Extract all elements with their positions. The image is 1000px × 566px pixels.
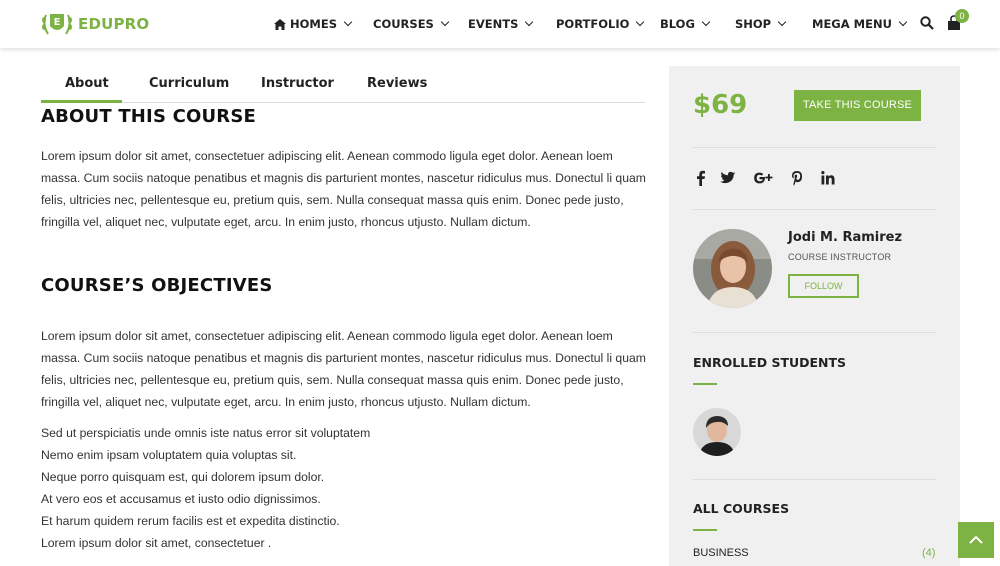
course-tabs: About Curriculum Instructor Reviews (41, 70, 645, 103)
chevron-down-icon (898, 17, 908, 27)
divider (693, 332, 936, 333)
divider (693, 479, 936, 480)
active-tab-indicator (41, 100, 122, 103)
course-category-business[interactable]: BUSINESS (693, 547, 749, 559)
scroll-to-top-button[interactable] (958, 522, 994, 558)
nav-label: MEGA MENU (812, 17, 892, 31)
nav-label: COURSES (373, 17, 434, 31)
instructor-role: COURSE INSTRUCTOR (788, 252, 892, 262)
home-icon (274, 18, 286, 30)
title-accent (693, 383, 717, 385)
nav-events[interactable]: EVENTS (468, 17, 534, 31)
take-course-button[interactable]: TAKE THIS COURSE (794, 90, 921, 121)
objectives-text: Lorem ipsum dolor sit amet, consectetuer… (41, 329, 646, 409)
divider (693, 209, 936, 210)
nav-mega-menu[interactable]: MEGA MENU (812, 17, 908, 31)
chevron-down-icon (343, 17, 353, 27)
list-item: At vero eos et accusamus et iusto odio d… (41, 492, 321, 506)
student-avatar[interactable] (693, 408, 741, 456)
nav-homes[interactable]: HOMES (274, 17, 353, 31)
tab-reviews[interactable]: Reviews (367, 76, 427, 91)
enrolled-students-title: ENROLLED STUDENTS (693, 355, 847, 370)
tab-instructor[interactable]: Instructor (261, 76, 334, 91)
nav-label: PORTFOLIO (556, 17, 630, 31)
tab-curriculum[interactable]: Curriculum (149, 76, 229, 91)
list-item: Neque porro quisquam est, qui dolorem ip… (41, 470, 325, 484)
twitter-icon[interactable] (720, 170, 736, 186)
nav-courses[interactable]: COURSES (373, 17, 450, 31)
chevron-down-icon (636, 17, 645, 27)
nav-blog[interactable]: BLOG (660, 17, 711, 31)
instructor-avatar[interactable] (693, 229, 772, 308)
tab-about[interactable]: About (65, 76, 109, 91)
chevron-down-icon (777, 17, 787, 27)
course-sidebar (669, 66, 960, 566)
course-category-count: (4) (922, 547, 936, 559)
logo-letter: E (54, 17, 61, 28)
list-item: Sed ut perspiciatis unde omnis iste natu… (41, 426, 371, 440)
list-item: Nemo enim ipsam voluptatem quia voluptas… (41, 448, 297, 462)
list-item: Lorem ipsum dolor sit amet, consectetuer… (41, 536, 272, 550)
title-accent (693, 529, 717, 531)
list-item: Et harum quidem rerum facilis est et exp… (41, 514, 340, 528)
nav-label: EVENTS (468, 17, 519, 31)
divider (693, 147, 936, 148)
all-courses-title: ALL COURSES (693, 501, 790, 516)
laurel-logo-icon: E (42, 14, 72, 35)
cart-count-badge: 0 (955, 9, 969, 23)
linkedin-icon[interactable] (820, 170, 836, 186)
objectives-title: COURSE’S OBJECTIVES (41, 275, 273, 296)
instructor-name[interactable]: Jodi M. Ramirez (788, 230, 902, 245)
chevron-down-icon (440, 17, 450, 27)
nav-label: HOMES (290, 17, 337, 31)
about-title: ABOUT THIS COURSE (41, 106, 257, 127)
course-price: $69 (693, 90, 748, 120)
instructor-photo (693, 229, 772, 308)
nav-label: SHOP (735, 17, 772, 31)
chevron-down-icon (525, 17, 534, 27)
about-text: Lorem ipsum dolor sit amet, consectetuer… (41, 149, 646, 229)
nav-label: BLOG (660, 17, 695, 31)
site-header: E EDUPRO HOMES COURSES EVENTS PORTFOLIO … (0, 0, 1000, 48)
search-icon[interactable] (920, 16, 934, 30)
facebook-icon[interactable] (693, 170, 709, 186)
google-plus-icon[interactable] (753, 170, 773, 186)
logo-text: EDUPRO (78, 15, 150, 33)
nav-shop[interactable]: SHOP (735, 17, 787, 31)
chevron-down-icon (701, 17, 711, 27)
chevron-up-icon (969, 535, 983, 544)
student-photo (693, 408, 741, 456)
site-logo[interactable]: E EDUPRO (40, 9, 149, 39)
pinterest-icon[interactable] (789, 170, 805, 186)
nav-portfolio[interactable]: PORTFOLIO (556, 17, 645, 31)
follow-button[interactable]: FOLLOW (788, 274, 859, 298)
